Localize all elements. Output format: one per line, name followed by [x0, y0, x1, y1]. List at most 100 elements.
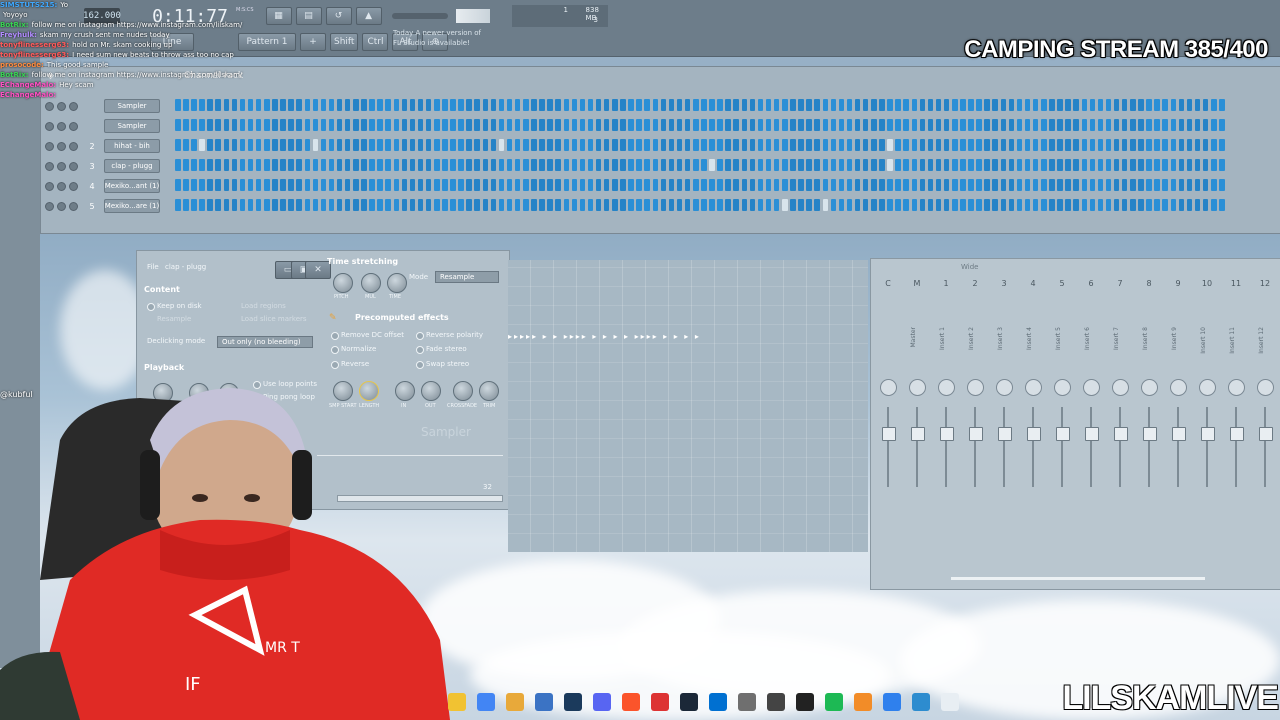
step-button[interactable] [312, 99, 319, 111]
step-button[interactable] [790, 179, 796, 191]
step-button[interactable] [490, 199, 497, 211]
step-button[interactable] [1049, 179, 1055, 191]
volume-fader[interactable] [1114, 427, 1128, 441]
step-button[interactable] [733, 99, 739, 111]
step-button[interactable] [741, 159, 748, 171]
step-button[interactable] [862, 179, 869, 191]
step-button[interactable] [668, 99, 675, 111]
step-button[interactable] [401, 119, 408, 131]
step-button[interactable] [709, 199, 715, 211]
step-button[interactable] [862, 99, 869, 111]
step-button[interactable] [239, 199, 246, 211]
step-button[interactable] [1186, 199, 1193, 211]
step-button[interactable] [798, 119, 804, 131]
step-button[interactable] [879, 119, 885, 131]
step-button[interactable] [1065, 199, 1071, 211]
step-button[interactable] [361, 199, 367, 211]
step-button[interactable] [1146, 139, 1152, 151]
folder-icon[interactable] [506, 693, 524, 711]
step-button[interactable] [280, 199, 286, 211]
step-button[interactable] [790, 99, 796, 111]
step-button[interactable] [846, 139, 853, 151]
volume-fader[interactable] [969, 427, 983, 441]
step-button[interactable] [854, 179, 861, 191]
step-button[interactable] [1081, 99, 1087, 111]
volume-fader[interactable] [1172, 427, 1186, 441]
channel-name-button[interactable]: Mexiko...are (1) [104, 199, 160, 213]
mixer-track[interactable]: 1 Insert 1 [933, 279, 959, 557]
step-button[interactable] [741, 139, 748, 151]
step-button[interactable] [1219, 99, 1225, 111]
step-button[interactable] [336, 179, 343, 191]
step-button[interactable] [288, 99, 294, 111]
step-button[interactable] [806, 119, 812, 131]
step-button[interactable] [1211, 179, 1217, 191]
step-button[interactable] [1194, 139, 1201, 151]
step-button[interactable] [830, 119, 837, 131]
step-button[interactable] [547, 179, 553, 191]
step-button[interactable] [555, 159, 561, 171]
photos-icon[interactable] [912, 693, 930, 711]
step-button[interactable] [1138, 159, 1144, 171]
step-button[interactable] [733, 119, 739, 131]
step-button[interactable] [620, 179, 626, 191]
step-button[interactable] [709, 119, 715, 131]
step-button[interactable] [1170, 99, 1177, 111]
step-button[interactable] [336, 119, 343, 131]
step-button[interactable] [450, 159, 456, 171]
step-button[interactable] [871, 99, 877, 111]
step-button[interactable] [1130, 159, 1136, 171]
step-button[interactable] [984, 119, 990, 131]
step-button[interactable] [555, 139, 561, 151]
step-button[interactable] [749, 179, 756, 191]
step-button[interactable] [280, 139, 286, 151]
step-button[interactable] [1024, 179, 1031, 191]
step-button[interactable] [757, 119, 764, 131]
step-button[interactable] [1186, 179, 1193, 191]
step-button[interactable] [668, 159, 675, 171]
step-button[interactable] [1170, 119, 1177, 131]
step-button[interactable] [264, 199, 270, 211]
step-button[interactable] [628, 159, 634, 171]
step-button[interactable] [1016, 179, 1023, 191]
step-button[interactable] [425, 99, 432, 111]
step-button[interactable] [1146, 119, 1152, 131]
step-button[interactable] [231, 199, 238, 211]
remove-dc-radio[interactable] [331, 332, 339, 340]
step-button[interactable] [854, 119, 861, 131]
step-button[interactable] [1178, 139, 1185, 151]
step-button[interactable] [587, 139, 594, 151]
step-button[interactable] [1032, 179, 1039, 191]
step-button[interactable] [1105, 99, 1112, 111]
step-button[interactable] [628, 139, 634, 151]
step-button[interactable] [660, 139, 667, 151]
step-button[interactable] [498, 139, 505, 151]
step-button[interactable] [587, 119, 594, 131]
step-button[interactable] [838, 99, 845, 111]
step-button[interactable] [1146, 199, 1152, 211]
step-button[interactable] [830, 179, 837, 191]
step-button[interactable] [782, 139, 788, 151]
step-button[interactable] [927, 119, 934, 131]
step-button[interactable] [409, 199, 416, 211]
step-button[interactable] [1162, 179, 1168, 191]
step-button[interactable] [344, 199, 351, 211]
step-button[interactable] [846, 199, 853, 211]
step-button[interactable] [255, 199, 262, 211]
step-button[interactable] [417, 119, 424, 131]
step-button[interactable] [943, 159, 950, 171]
step-button[interactable] [887, 139, 893, 151]
step-button[interactable] [579, 139, 586, 151]
step-button[interactable] [798, 179, 804, 191]
chrome-icon[interactable] [477, 693, 495, 711]
step-button[interactable] [1081, 179, 1087, 191]
step-button[interactable] [1049, 159, 1055, 171]
playlist-area[interactable]: ▸▸▸▸▸ ▸ ▸ ▸▸▸▸ ▸ ▸ ▸ ▸ ▸▸▸▸ ▸ ▸ ▸ ▸ [508, 260, 868, 552]
step-button[interactable] [1154, 119, 1160, 131]
step-button[interactable] [425, 139, 432, 151]
step-button[interactable] [523, 179, 529, 191]
spotify-icon[interactable] [825, 693, 843, 711]
step-button[interactable] [498, 119, 505, 131]
step-button[interactable] [1146, 159, 1152, 171]
step-button[interactable] [1121, 139, 1128, 151]
